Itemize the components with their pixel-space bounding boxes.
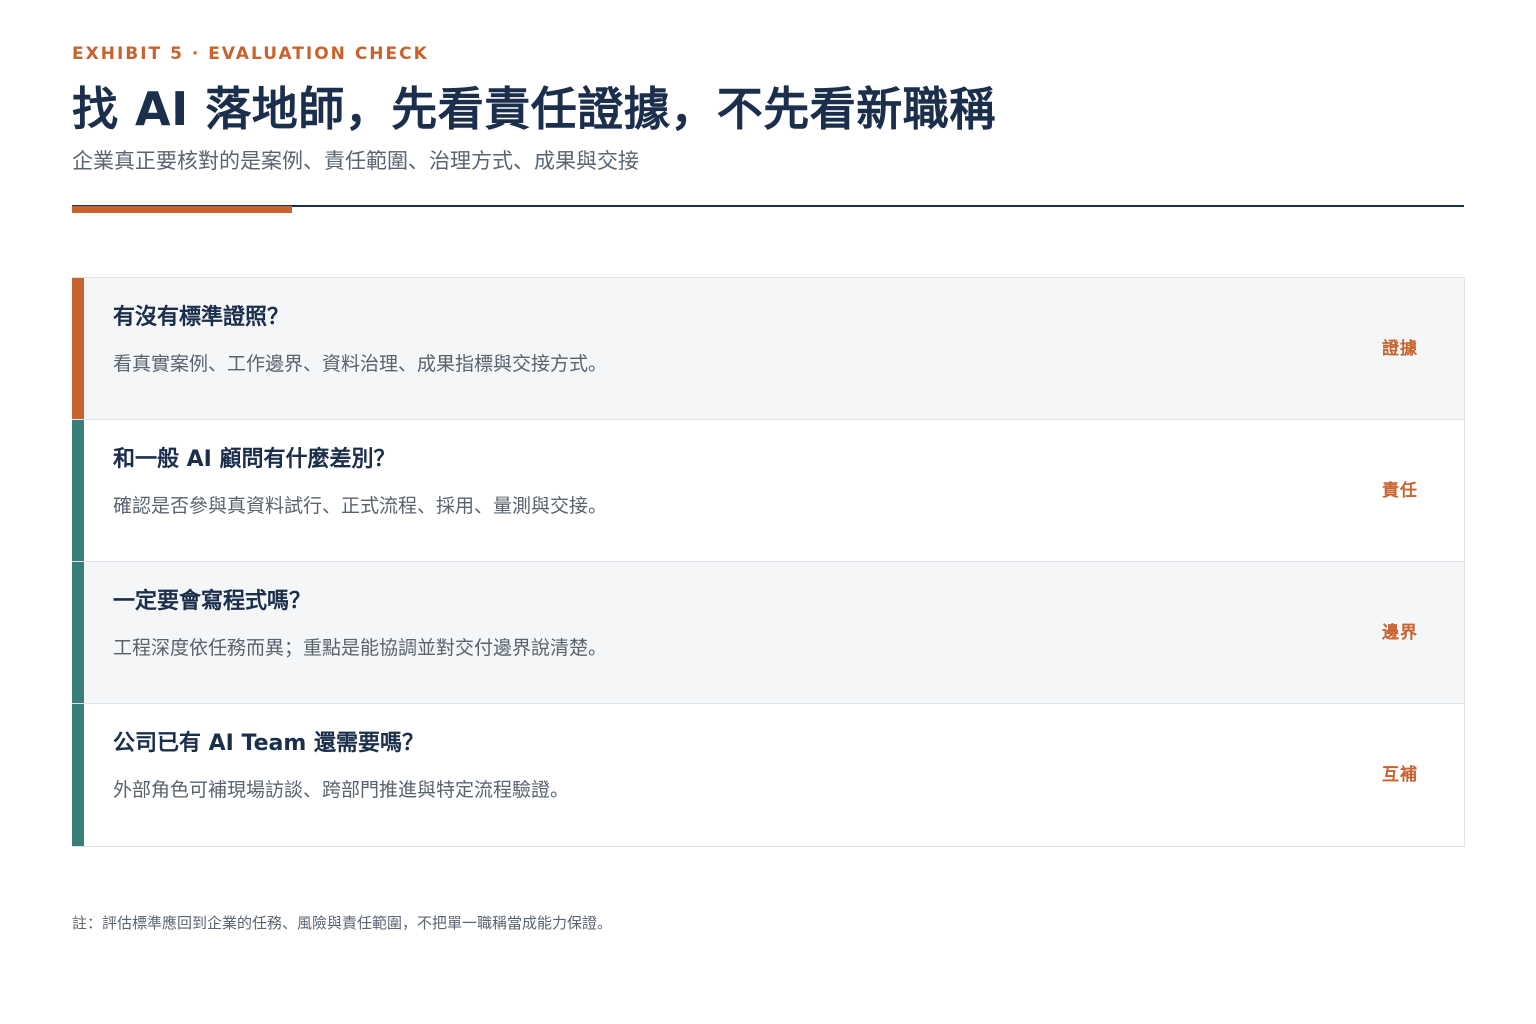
question-text: 有沒有標準證照？ (113, 305, 290, 330)
row-accent-bar (72, 278, 84, 419)
answer-text: 看真實案例、工作邊界、資料治理、成果指標與交接方式。 (113, 353, 608, 375)
question-text: 公司已有 AI Team 還需要嗎？ (113, 731, 424, 756)
row-accent-bar (72, 704, 84, 846)
list-item: 和一般 AI 顧問有什麼差別？ 確認是否參與真資料試行、正式流程、採用、量測與交… (72, 420, 1464, 562)
footnote: 註：評估標準應回到企業的任務、風險與責任範圍，不把單一職稱當成能力保證。 (72, 914, 613, 932)
row-accent-bar (72, 420, 84, 561)
page-title: 找 AI 落地師，先看責任證據，不先看新職稱 (72, 82, 996, 136)
category-tag: 互補 (1382, 765, 1418, 785)
row-accent-bar (72, 562, 84, 703)
exhibit-label: EXHIBIT 5 · EVALUATION CHECK (72, 44, 429, 64)
category-tag: 邊界 (1382, 623, 1418, 643)
list-item: 一定要會寫程式嗎？ 工程深度依任務而異；重點是能協調並對交付邊界說清楚。 邊界 (72, 562, 1464, 704)
evaluation-check-list: 有沒有標準證照？ 看真實案例、工作邊界、資料治理、成果指標與交接方式。 證據 和… (72, 277, 1465, 847)
title-divider-accent (72, 206, 292, 213)
list-item: 有沒有標準證照？ 看真實案例、工作邊界、資料治理、成果指標與交接方式。 證據 (72, 278, 1464, 420)
question-text: 和一般 AI 顧問有什麼差別？ (113, 447, 396, 472)
page-subtitle: 企業真正要核對的是案例、責任範圍、治理方式、成果與交接 (72, 149, 639, 173)
answer-text: 外部角色可補現場訪談、跨部門推進與特定流程驗證。 (113, 779, 570, 801)
category-tag: 責任 (1382, 481, 1418, 501)
list-item: 公司已有 AI Team 還需要嗎？ 外部角色可補現場訪談、跨部門推進與特定流程… (72, 704, 1464, 846)
category-tag: 證據 (1382, 339, 1418, 359)
header: EXHIBIT 5 · EVALUATION CHECK 找 AI 落地師，先看… (72, 40, 1464, 176)
answer-text: 確認是否參與真資料試行、正式流程、採用、量測與交接。 (113, 495, 608, 517)
answer-text: 工程深度依任務而異；重點是能協調並對交付邊界說清楚。 (113, 637, 608, 659)
question-text: 一定要會寫程式嗎？ (113, 589, 312, 614)
